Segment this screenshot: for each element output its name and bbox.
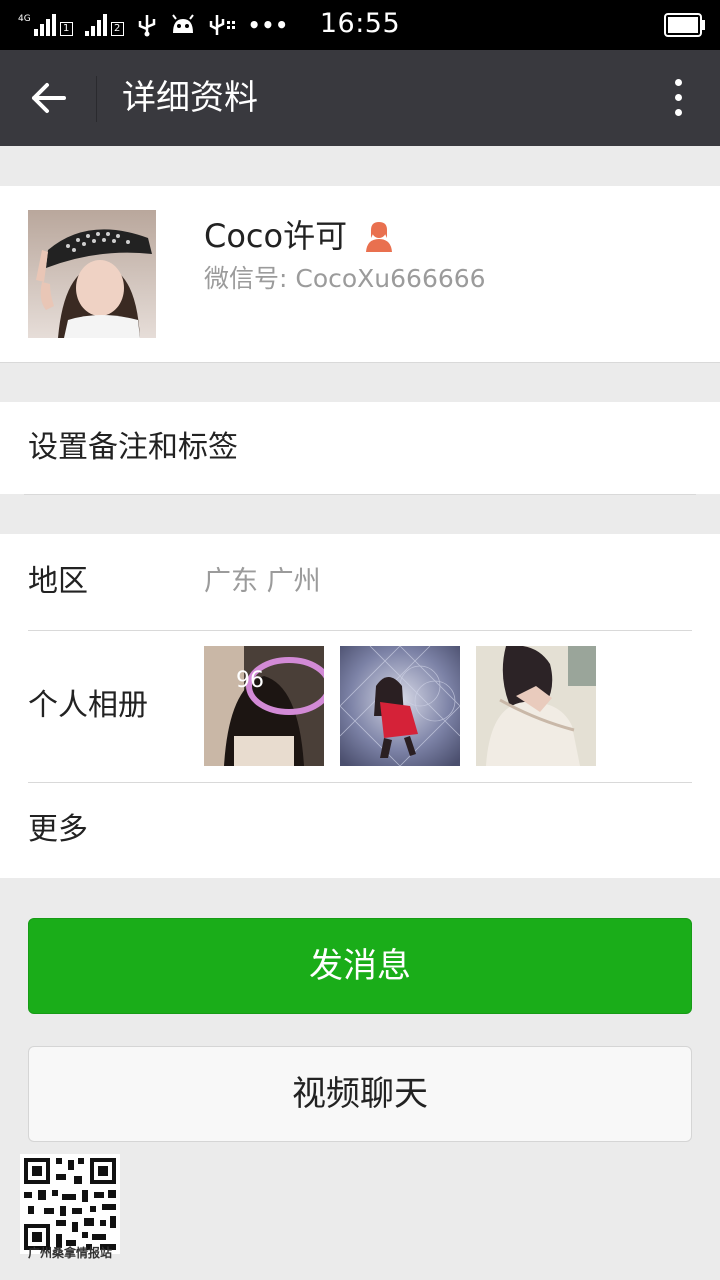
album-photo-1[interactable]: 96 bbox=[204, 646, 324, 766]
album-photo-3-image bbox=[476, 646, 596, 766]
wechat-id-label: 微信号: bbox=[204, 264, 296, 293]
album-photo-3[interactable] bbox=[476, 646, 596, 766]
album-photo-1-text: 96 bbox=[236, 668, 264, 693]
album-photo-1-image bbox=[204, 646, 324, 766]
avatar-photo bbox=[28, 210, 156, 338]
status-bar: 4G 1 2 ••• 16:55 bbox=[0, 0, 720, 50]
more-label: 更多 bbox=[28, 812, 88, 847]
clock: 16:55 bbox=[319, 8, 401, 39]
profile-card: Coco许可 微信号: CocoXu666666 bbox=[0, 186, 720, 362]
watermark-caption: 广州桑拿情报站 bbox=[27, 1246, 112, 1260]
female-icon bbox=[366, 222, 392, 252]
set-remark-label: 设置备注和标签 bbox=[28, 430, 238, 465]
album-photo-2-image bbox=[340, 646, 460, 766]
album-label: 个人相册 bbox=[28, 688, 148, 723]
divider bbox=[28, 630, 692, 631]
region-label: 地区 bbox=[28, 564, 88, 599]
region-value: 广东 广州 bbox=[204, 566, 321, 597]
wechat-id-value: CocoXu666666 bbox=[295, 264, 486, 293]
set-remark-row[interactable]: 设置备注和标签 bbox=[0, 402, 720, 494]
divider bbox=[0, 362, 720, 363]
info-card: 地区 广东 广州 个人相册 96 更多 bbox=[0, 534, 720, 878]
profile-name: Coco许可 bbox=[204, 217, 348, 255]
video-call-button[interactable]: 视频聊天 bbox=[28, 1046, 692, 1142]
page-title: 详细资料 bbox=[122, 78, 258, 118]
divider bbox=[24, 494, 696, 495]
back-arrow-icon bbox=[32, 83, 66, 113]
wechat-id-row: 微信号: CocoXu666666 bbox=[204, 262, 486, 296]
back-button[interactable] bbox=[22, 72, 74, 124]
avatar[interactable] bbox=[28, 210, 156, 338]
send-message-button[interactable]: 发消息 bbox=[28, 918, 692, 1014]
more-button[interactable] bbox=[666, 76, 690, 120]
top-bar: 详细资料 bbox=[0, 50, 720, 146]
title-divider bbox=[96, 76, 97, 122]
more-vertical-icon bbox=[666, 79, 690, 116]
divider bbox=[28, 782, 692, 783]
album-photo-2[interactable] bbox=[340, 646, 460, 766]
battery-icon bbox=[664, 13, 705, 37]
